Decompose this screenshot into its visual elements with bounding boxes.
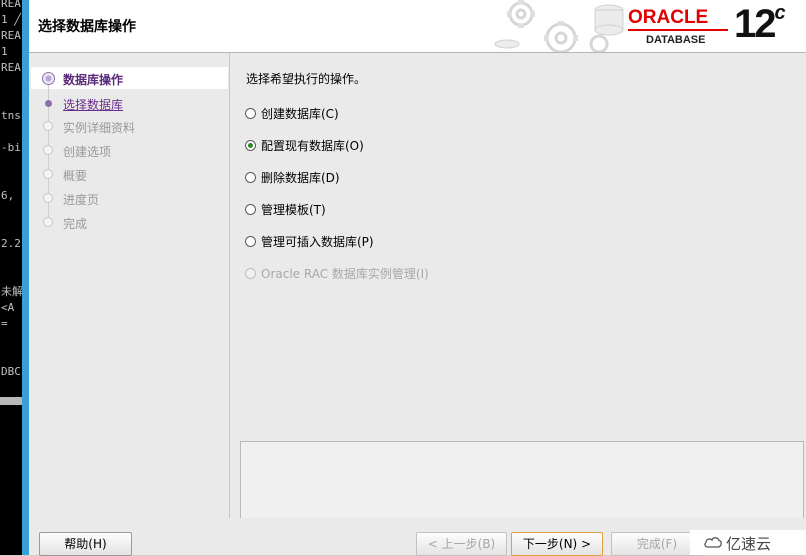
step-creation-options: 创建选项: [29, 140, 227, 162]
logo-divider: [628, 29, 728, 31]
radio-button[interactable]: [245, 108, 256, 119]
step-database-operation[interactable]: 数据库操作: [29, 68, 227, 90]
header-banner: 选择数据库操作 ORACLE DATABASE 12c: [29, 0, 806, 53]
radio-button-selected[interactable]: [245, 140, 256, 151]
database-wordmark: DATABASE: [646, 34, 706, 46]
terminal-line: 未解: [1, 285, 22, 298]
step-dot-icon: [43, 169, 53, 179]
terminal-line: <A: [1, 301, 15, 314]
step-select-database[interactable]: 选择数据库: [29, 93, 227, 115]
watermark: 亿速云: [690, 530, 806, 555]
step-label: 进度页: [63, 193, 100, 207]
step-label: 完成: [63, 217, 88, 231]
option-label: 管理模板(T): [261, 203, 326, 217]
next-button[interactable]: 下一步(N) >: [511, 532, 603, 556]
version-mark: 12c: [734, 1, 786, 46]
option-label: 创建数据库(C): [261, 107, 339, 121]
terminal-line: -bi: [1, 141, 21, 154]
terminal-scrollbar-thumb[interactable]: [0, 397, 22, 405]
step-label: 概要: [63, 169, 88, 183]
step-navigation: 数据库操作 选择数据库 实例详细资料 创建选项 概要 进度页 完成: [29, 53, 230, 518]
option-label: 管理可插入数据库(P): [261, 235, 374, 249]
back-button[interactable]: < 上一步(B): [416, 532, 507, 556]
step-finish: 完成: [29, 212, 227, 234]
step-dot-icon: [43, 217, 53, 227]
help-button[interactable]: 帮助(H): [39, 532, 132, 556]
radio-button[interactable]: [245, 172, 256, 183]
option-label: 删除数据库(D): [261, 171, 340, 185]
terminal-line: 6,: [1, 189, 15, 202]
watermark-text: 亿速云: [726, 535, 772, 553]
step-current-icon: [42, 72, 55, 85]
terminal-line: =: [1, 317, 8, 330]
oracle-database-12c-logo: ORACLE DATABASE 12c: [626, 1, 806, 50]
step-label: 实例详细资料: [63, 121, 136, 135]
cloud-logo-icon: [704, 537, 722, 548]
step-dot-icon: [43, 145, 53, 155]
operation-prompt: 选择希望执行的操作。: [246, 72, 367, 86]
dbca-window: 选择数据库操作 ORACLE DATABASE 12c 数据库操作 选择数据库 …: [29, 0, 806, 556]
step-progress-page: 进度页: [29, 188, 227, 210]
gears-decoration-icon: [494, 0, 624, 52]
step-dot-icon: [43, 193, 53, 203]
terminal-line: REA: [1, 29, 21, 42]
terminal-line: DBC: [1, 365, 21, 378]
terminal-line: 1: [1, 45, 8, 58]
terminal-line: REA: [1, 0, 21, 10]
radio-button[interactable]: [245, 236, 256, 247]
oracle-wordmark: ORACLE: [628, 7, 709, 28]
option-label: Oracle RAC 数据库实例管理(I): [261, 267, 429, 281]
terminal-line: tns: [1, 109, 21, 122]
terminal-line: 2.2: [1, 237, 21, 250]
background-terminal: REA 1 ╱ REA 1 REA tns -bi 6, 2.2 未解 <A =…: [0, 0, 22, 555]
step-instance-details: 实例详细资料: [29, 116, 227, 138]
step-label: 选择数据库: [63, 98, 124, 112]
page-title: 选择数据库操作: [38, 19, 136, 35]
window-frame-border: [22, 0, 29, 555]
step-dot-icon: [43, 121, 53, 131]
content-panel: 选择希望执行的操作。 创建数据库(C) 配置现有数据库(O) 删除数据库(D) …: [230, 53, 806, 519]
step-dot-icon: [45, 100, 52, 107]
step-label: 创建选项: [63, 145, 112, 159]
step-label: 数据库操作: [63, 73, 124, 87]
terminal-line: 1 ╱: [1, 13, 21, 26]
terminal-line: REA: [1, 61, 21, 74]
radio-button[interactable]: [245, 204, 256, 215]
message-area: [240, 441, 804, 519]
radio-button-disabled: [245, 268, 256, 279]
step-summary: 概要: [29, 164, 227, 186]
option-label: 配置现有数据库(O): [261, 139, 364, 153]
